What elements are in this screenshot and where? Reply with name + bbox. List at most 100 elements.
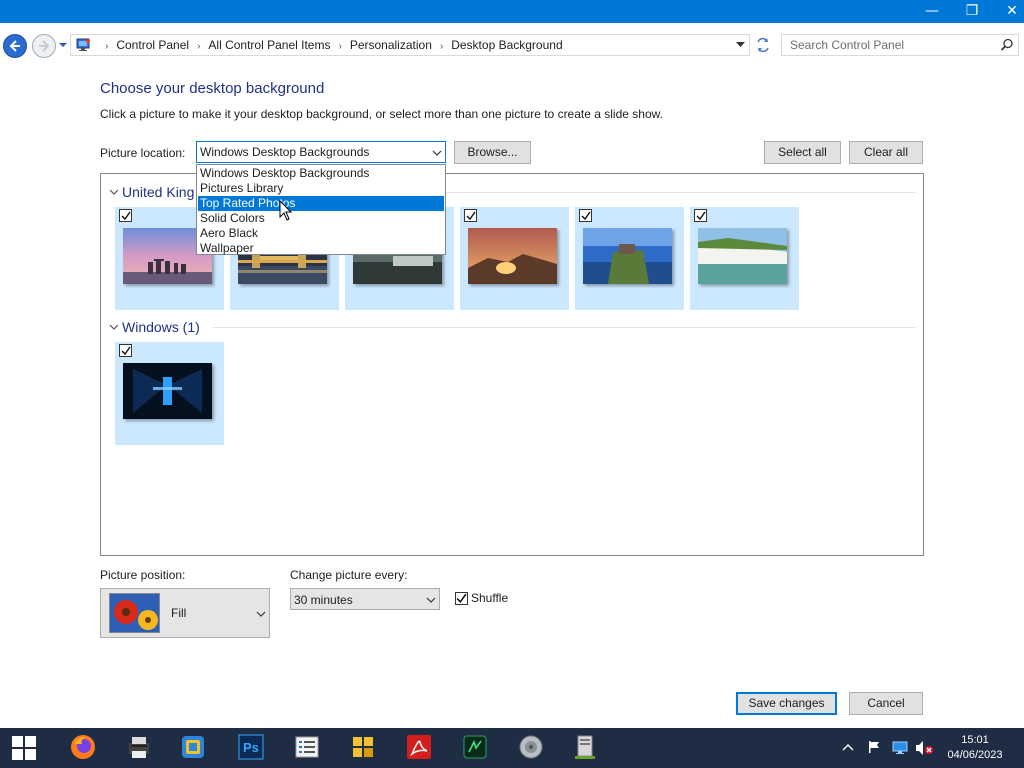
address-bar[interactable]: › Control Panel › All Control Panel Items › P…: [70, 34, 750, 56]
network-monitor-icon[interactable]: [891, 740, 909, 756]
browse-button[interactable]: Browse...: [454, 141, 531, 164]
minimize-button[interactable]: —: [912, 0, 952, 23]
network-tool-icon: [353, 737, 373, 757]
page-description: Click a picture to make it your desktop …: [100, 107, 663, 121]
search-icon[interactable]: [1000, 38, 1014, 52]
dropdown-option-windows-desktop-backgrounds[interactable]: Windows Desktop Backgrounds: [198, 166, 444, 181]
clear-all-button[interactable]: Clear all: [849, 141, 923, 164]
start-button[interactable]: [0, 728, 48, 768]
select-all-button[interactable]: Select all: [764, 141, 841, 164]
taskbar-acrobat[interactable]: [394, 728, 442, 768]
dropdown-option-aero-black[interactable]: Aero Black: [198, 226, 444, 241]
dropdown-option-pictures-library[interactable]: Pictures Library: [198, 181, 444, 196]
picture-position-select[interactable]: Fill: [100, 588, 270, 638]
notepad-list-icon: [295, 736, 319, 758]
check-icon: [466, 211, 476, 221]
taskbar-firefox[interactable]: [58, 728, 106, 768]
dropdown-option-top-rated-photos[interactable]: Top Rated Photos: [198, 196, 444, 211]
windows-start-icon: [12, 736, 36, 760]
picture-location-dropdown[interactable]: Windows Desktop Backgrounds Pictures Lib…: [196, 164, 446, 255]
check-icon: [121, 211, 131, 221]
chevron-down-icon: [426, 597, 436, 603]
title-bar: — ❐ ✕: [0, 0, 1024, 23]
breadcrumb-separator[interactable]: ›: [338, 37, 341, 57]
breadcrumb-all-items[interactable]: All Control Panel Items: [208, 35, 330, 55]
cancel-button[interactable]: Cancel: [849, 692, 923, 715]
breadcrumb-desktop-background[interactable]: Desktop Background: [451, 35, 562, 55]
restore-button[interactable]: ❐: [952, 0, 992, 23]
group-header-windows[interactable]: Windows (1): [122, 319, 200, 335]
white-cliffs-thumbnail: [698, 228, 787, 284]
check-icon: [696, 211, 706, 221]
action-flag-icon[interactable]: [867, 740, 881, 754]
group-header-united-kingdom[interactable]: United King: [122, 184, 194, 200]
picture-checkbox[interactable]: [464, 209, 477, 222]
refresh-icon[interactable]: [752, 35, 774, 55]
change-picture-interval-select[interactable]: 30 minutes: [290, 588, 440, 610]
taskbar-speaker[interactable]: [506, 728, 554, 768]
taskbar-printer[interactable]: [114, 728, 162, 768]
picture-tile-white-cliffs[interactable]: [690, 207, 799, 310]
shuffle-label[interactable]: Shuffle: [471, 591, 508, 605]
collapse-chevron-icon[interactable]: [109, 189, 119, 195]
close-button[interactable]: ✕: [992, 0, 1024, 23]
picture-checkbox[interactable]: [119, 344, 132, 357]
breadcrumb-separator[interactable]: ›: [440, 37, 443, 57]
shuffle-checkbox[interactable]: [455, 592, 468, 605]
rocky-sunset-thumbnail: [468, 228, 557, 284]
forward-arrow-icon: [39, 40, 50, 52]
castle-cliff-thumbnail: [583, 228, 672, 284]
breadcrumb-separator: ›: [105, 41, 109, 52]
clock[interactable]: 15:01 04/06/2023: [940, 733, 1010, 763]
breadcrumb-separator[interactable]: ›: [197, 37, 200, 57]
taskbar-gpu-z[interactable]: [450, 728, 498, 768]
taskbar-network-tool[interactable]: [338, 728, 386, 768]
printer-icon: [129, 737, 149, 758]
taskbar-file-server[interactable]: [560, 728, 608, 768]
clock-date: 04/06/2023: [947, 749, 1003, 761]
photoshop-label: Ps: [243, 740, 259, 755]
windows-logo-thumbnail: [123, 363, 212, 419]
picture-location-value: Windows Desktop Backgrounds: [200, 145, 370, 159]
breadcrumb-personalization[interactable]: Personalization: [350, 35, 432, 55]
back-button[interactable]: [3, 34, 27, 58]
group-divider: [213, 327, 916, 328]
picture-tile-rocky-sunset[interactable]: [460, 207, 569, 310]
taskbar: Ps 15:01 04/06/2023: [0, 728, 1024, 768]
chevron-down-icon: [432, 150, 442, 156]
dropdown-option-wallpaper[interactable]: Wallpaper: [198, 241, 444, 256]
check-icon: [456, 593, 467, 603]
search-box[interactable]: [781, 34, 1019, 56]
gpu-z-icon: [463, 735, 487, 759]
taskbar-notepad[interactable]: [282, 728, 330, 768]
mouse-cursor-icon: [279, 200, 293, 221]
picture-tile-windows-logo[interactable]: [115, 342, 224, 445]
picture-checkbox[interactable]: [579, 209, 592, 222]
picture-tile-castle-cliff[interactable]: [575, 207, 684, 310]
picture-checkbox[interactable]: [694, 209, 707, 222]
breadcrumb-control-panel[interactable]: Control Panel: [116, 35, 189, 55]
taskbar-virtualbox[interactable]: [168, 728, 216, 768]
picture-location-label: Picture location:: [100, 146, 186, 160]
collapse-chevron-icon[interactable]: [109, 324, 119, 330]
picture-location-select[interactable]: Windows Desktop Backgrounds: [196, 141, 446, 163]
virtualbox-icon: [182, 736, 204, 758]
check-icon: [581, 211, 591, 221]
picture-checkbox[interactable]: [119, 209, 132, 222]
recent-locations-chevron-icon[interactable]: [58, 40, 68, 50]
speaker-icon: [519, 735, 543, 759]
address-history-chevron-icon[interactable]: [736, 41, 745, 49]
firefox-icon: [71, 735, 95, 759]
volume-muted-icon[interactable]: [914, 740, 934, 756]
show-hidden-icons-chevron-icon[interactable]: [842, 742, 854, 752]
dropdown-option-solid-colors[interactable]: Solid Colors: [198, 211, 444, 226]
search-input[interactable]: [790, 37, 990, 53]
picture-position-label: Picture position:: [100, 568, 186, 582]
taskbar-photoshop[interactable]: Ps: [226, 728, 274, 768]
save-changes-button[interactable]: Save changes: [736, 692, 837, 715]
forward-button[interactable]: [32, 34, 56, 58]
breadcrumb: › Control Panel › All Control Panel Items › P…: [97, 35, 563, 55]
picture-position-value: Fill: [171, 606, 187, 620]
file-server-icon: [575, 735, 595, 759]
change-picture-value: 30 minutes: [294, 593, 353, 607]
